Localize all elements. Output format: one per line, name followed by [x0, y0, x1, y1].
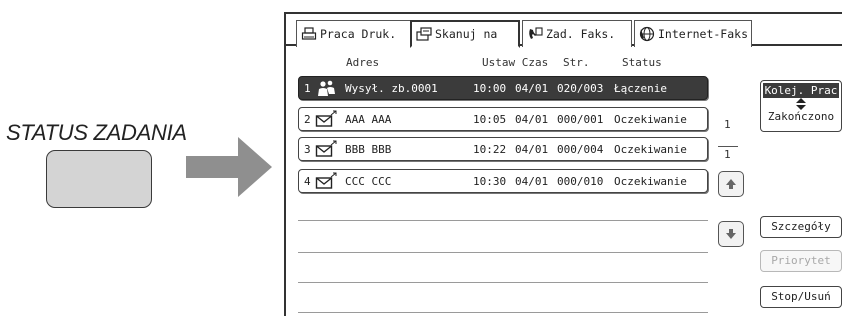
job-status-panel: Praca Druk. Skanuj na Zad. Faks. Interne…: [284, 12, 842, 316]
job-number: 3: [304, 143, 311, 156]
job-address: CCC CCC: [345, 175, 392, 188]
tab-label: Praca Druk.: [320, 27, 397, 41]
arrow-up-icon: [726, 179, 736, 189]
tab-fax-jobs[interactable]: Zad. Faks.: [522, 20, 632, 47]
page-divider: [718, 146, 738, 147]
job-time: 10:30: [473, 175, 507, 188]
empty-job-slot: [298, 312, 708, 313]
job-row[interactable]: 4 CCC CCC 10:30 04/01 000/010 Oczekiwani…: [298, 169, 708, 193]
email-icon: [315, 140, 337, 157]
empty-job-slot: [298, 252, 708, 253]
job-pages: 000/010: [557, 175, 604, 188]
priority-button[interactable]: Priorytet: [760, 250, 842, 272]
job-row[interactable]: 2 AAA AAA 10:05 04/01 000/001 Oczekiwani…: [298, 107, 708, 131]
status-hardware-key[interactable]: [46, 150, 152, 208]
job-pages: 000/001: [557, 113, 604, 126]
tab-scan-to[interactable]: Skanuj na: [410, 20, 520, 48]
empty-job-slot: [298, 282, 708, 283]
job-date: 04/01: [515, 175, 549, 188]
job-address: BBB BBB: [345, 143, 392, 156]
scanner-icon: [416, 27, 432, 41]
status-key-label: STATUS ZADANIA: [6, 120, 187, 145]
scroll-up-button[interactable]: [718, 171, 744, 197]
job-number: 2: [304, 113, 311, 126]
fax-icon: [529, 27, 543, 39]
completed-label: Zakończono: [767, 110, 835, 123]
printer-icon: [301, 27, 317, 40]
job-address: AAA AAA: [345, 113, 392, 126]
column-header-address: Adres: [346, 56, 380, 69]
email-icon: [315, 172, 337, 189]
page-current: 1: [724, 118, 731, 131]
job-status: Oczekiwanie: [614, 175, 687, 188]
tab-strip: Praca Druk. Skanuj na Zad. Faks. Interne…: [286, 14, 842, 48]
job-time: 10:05: [473, 113, 507, 126]
job-number: 1: [304, 82, 311, 95]
job-row[interactable]: 3 BBB BBB 10:22 04/01 000/004 Oczekiwani…: [298, 137, 708, 161]
job-address: Wysył. zb.0001: [345, 82, 438, 95]
empty-job-slot: [298, 220, 708, 221]
tab-label: Skanuj na: [435, 27, 498, 41]
job-time: 10:00: [473, 82, 507, 95]
tab-label: Internet-Faks: [658, 27, 749, 41]
job-pages: 020/003: [557, 82, 604, 95]
column-header-pages: Str.: [563, 56, 590, 69]
job-status: Oczekiwanie: [614, 143, 687, 156]
group-send-icon: [318, 80, 335, 96]
up-down-toggle-icon: [796, 98, 806, 110]
column-header-setup-time: Ustaw Czas: [482, 56, 549, 69]
job-number: 4: [304, 175, 311, 188]
right-arrow-icon: [186, 137, 272, 197]
tab-label: Zad. Faks.: [546, 27, 616, 41]
scroll-down-button[interactable]: [718, 221, 744, 247]
job-date: 04/01: [515, 113, 549, 126]
email-icon: [315, 110, 337, 127]
queue-label: Kolej. Prac: [763, 83, 839, 98]
job-status: Łączenie: [614, 82, 667, 95]
job-queue-toggle-button[interactable]: Kolej. Prac Zakończono: [760, 80, 842, 132]
details-button[interactable]: Szczegóły: [760, 216, 842, 238]
stop-delete-button[interactable]: Stop/Usuń: [760, 286, 842, 308]
job-date: 04/01: [515, 82, 549, 95]
arrow-down-icon: [726, 229, 736, 239]
job-pages: 000/004: [557, 143, 604, 156]
page-total: 1: [724, 148, 731, 161]
job-row-selected[interactable]: 1 Wysył. zb.0001 10:00 04/01 020/003 Łąc…: [298, 76, 708, 100]
internet-fax-icon: [639, 26, 655, 42]
tab-print-jobs[interactable]: Praca Druk.: [296, 20, 412, 47]
column-header-status: Status: [622, 56, 662, 69]
job-time: 10:22: [473, 143, 507, 156]
job-date: 04/01: [515, 143, 549, 156]
tab-internet-fax[interactable]: Internet-Faks: [634, 20, 752, 47]
job-status: Oczekiwanie: [614, 113, 687, 126]
